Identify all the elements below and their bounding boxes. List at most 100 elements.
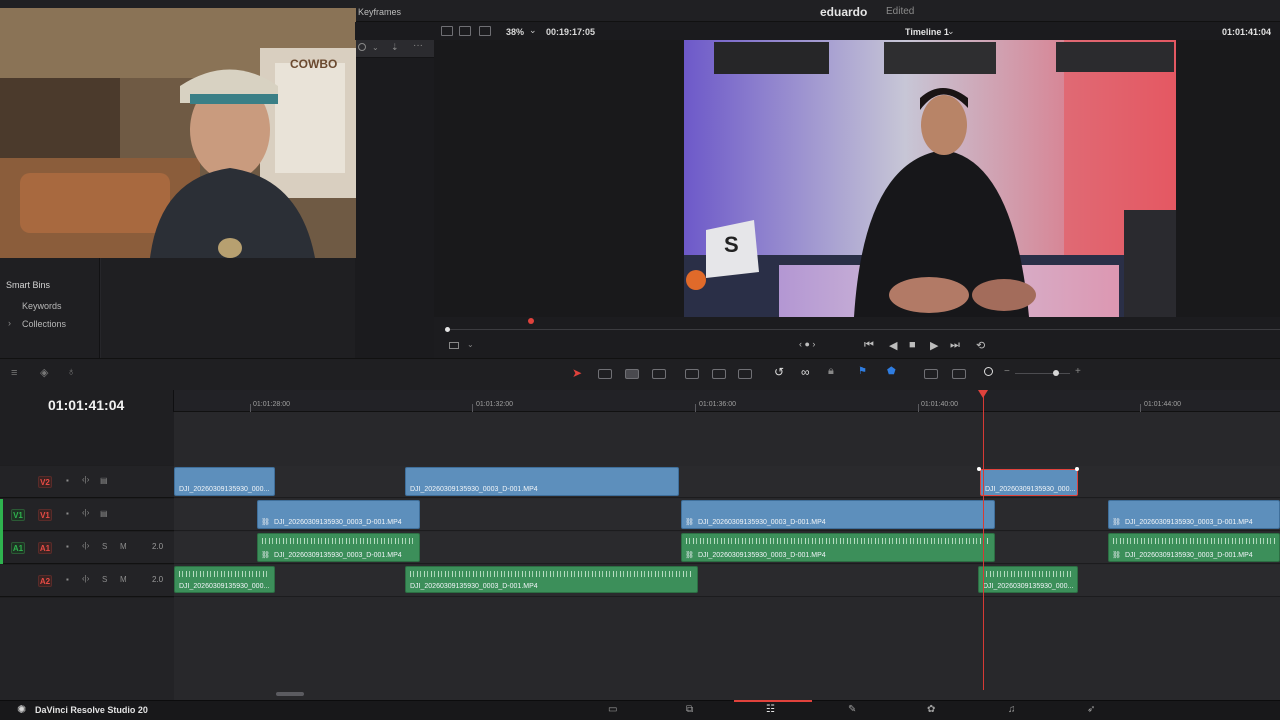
zoom-in-icon[interactable]: + [1075,366,1081,377]
media-page-icon[interactable]: ▭ [608,704,617,715]
chevron-down-icon[interactable]: ⌄ [467,340,474,349]
solo-button[interactable]: S [102,575,107,584]
mute-button[interactable]: M [120,542,127,551]
chevron-right-icon[interactable]: › [8,318,11,328]
cinema-mode-icon[interactable] [479,26,491,36]
audio-clip[interactable]: ⛓ DJI_20260309135930_0003_D-001.MP4 [257,533,420,562]
video-clip[interactable]: DJI_20260309135930_000... [174,467,275,496]
auto-select-icon[interactable]: ‹|› [82,541,89,550]
track-enable-icon[interactable]: ▤ [100,476,108,485]
jog-left-icon[interactable]: ‹ ● › [799,339,815,349]
zoom-slider[interactable] [1015,373,1070,374]
mute-button[interactable]: M [120,575,127,584]
resolve-logo-icon: ✺ [17,704,27,716]
zoom-full-icon[interactable] [924,369,938,379]
sort-icon[interactable]: ⇣ [391,42,399,53]
video-clip[interactable]: ⛓ DJI_20260309135930_0003_D-001.MP4 [257,500,420,529]
scrubber-bar[interactable] [447,329,1280,330]
auto-select-icon[interactable]: ‹|› [82,475,89,484]
viewer-frame[interactable]: S [684,40,1176,317]
marker-icon[interactable]: ⬟ [887,366,896,377]
video-clip[interactable]: DJI_20260309135930_0003_D-001.MP4 [405,467,679,496]
audio-clip[interactable]: ⛓ DJI_20260309135930_0003_D-001.MP4 [1108,533,1280,562]
track-header-filler [0,598,174,700]
viewer-image: S [684,40,1176,317]
cut-page-icon[interactable]: ⧉ [686,704,693,715]
deliver-page-icon[interactable]: ➶ [1087,704,1095,715]
place-on-top-icon[interactable] [738,369,752,379]
lock-icon[interactable]: ▪ [66,476,69,485]
timeline-scrollbar[interactable] [276,692,304,696]
trim-tool-icon[interactable] [598,369,612,379]
audio-clip[interactable]: DJI_20260309135930_000... [174,566,275,593]
zoom-out-icon[interactable]: − [1004,366,1010,377]
smart-bin-keywords[interactable]: Keywords [22,301,62,311]
audio-icon[interactable]: ◈ [40,366,48,379]
audio-clip[interactable]: DJI_20260309135930_0003_D-001.MP4 [405,566,698,593]
scrubber-playhead[interactable] [528,318,534,324]
solo-button[interactable]: S [102,542,107,551]
zoom-detail-icon[interactable] [952,369,966,379]
replace-clip-icon[interactable] [712,369,726,379]
playhead-handle[interactable] [978,390,988,398]
auto-select-icon[interactable]: ‹|› [82,574,89,583]
audio-clip[interactable]: DJI_20260309135930_000... [978,566,1078,593]
auto-select-icon[interactable]: ‹|› [82,508,89,517]
clip-trim-handle[interactable] [1075,467,1079,471]
search-icon[interactable] [984,367,993,376]
loop-icon[interactable]: ⟲ [976,339,985,352]
smart-bin-collections[interactable]: Collections [22,319,66,329]
keyframes-tab[interactable]: Keyframes [358,7,401,17]
chevron-down-icon[interactable]: ⌄ [372,43,379,52]
clip-trim-handle[interactable] [977,467,981,471]
track-header-v2: V2 ▪ ‹|› ▤ [0,466,174,498]
zoom-level[interactable]: 38% [506,27,524,37]
track-label-v2[interactable]: V2 [38,476,52,488]
timeline-playhead[interactable] [983,394,984,690]
timeline-timecode[interactable]: 01:01:41:04 [48,397,124,413]
timeline-selector[interactable]: Timeline 1 [905,27,949,37]
overwrite-clip-icon[interactable] [685,369,699,379]
fusion-page-icon[interactable]: ✎ [848,704,856,715]
lock-icon[interactable]: 🔒︎ [828,365,834,378]
last-frame-icon[interactable]: ⏭ [950,339,960,352]
clip-name: DJI_20260309135930_000... [985,486,1076,493]
lock-icon[interactable]: ▪ [66,542,69,551]
timeline-view-options-icon[interactable]: ≡ [11,367,17,379]
viewer-layout-icon[interactable] [441,26,453,36]
audio-clip[interactable]: ⛓ DJI_20260309135930_0003_D-001.MP4 [681,533,995,562]
previous-frame-icon[interactable]: ◀ [889,339,897,352]
search-icon[interactable] [358,43,366,51]
microphone-icon[interactable]: ♁ [67,366,75,378]
blade-tool-icon[interactable] [652,369,666,379]
lock-icon[interactable]: ▪ [66,509,69,518]
track-label-v1[interactable]: V1 [38,509,52,521]
chevron-down-icon[interactable]: ⌄ [529,25,537,36]
track-enable-icon[interactable]: ▤ [100,509,108,518]
play-icon[interactable]: ▶ [930,339,938,352]
more-options-icon[interactable]: ··· [413,40,423,51]
clip-name: DJI_20260309135930_000... [983,583,1074,590]
chevron-down-icon[interactable]: ⌄ [947,26,955,37]
link-icon[interactable]: ∞ [801,365,810,379]
dual-viewer-icon[interactable] [459,26,471,36]
track-label-a1[interactable]: A1 [38,542,52,554]
source-patch-a1[interactable]: A1 [11,542,25,554]
color-page-icon[interactable]: ✿ [927,704,935,715]
zoom-slider-handle[interactable] [1053,370,1059,376]
track-label-a2[interactable]: A2 [38,575,52,587]
snapping-icon[interactable]: ↺ [774,365,784,379]
source-patch-v1[interactable]: V1 [11,509,25,521]
first-frame-icon[interactable]: ⏮ [864,339,874,352]
dynamic-trim-icon[interactable] [625,369,639,379]
stop-icon[interactable]: ■ [909,339,916,351]
edit-page-icon[interactable]: ☷ [766,704,775,715]
fairlight-page-icon[interactable]: ♫ [1008,704,1016,715]
selection-tool-icon[interactable]: ➤ [572,366,582,380]
selected-video-clip[interactable]: DJI_20260309135930_000... [980,469,1078,496]
video-clip[interactable]: ⛓ DJI_20260309135930_0003_D-001.MP4 [681,500,995,529]
lock-icon[interactable]: ▪ [66,575,69,584]
video-clip[interactable]: ⛓ DJI_20260309135930_0003_D-001.MP4 [1108,500,1280,529]
flag-icon[interactable]: ⚑ [858,366,867,377]
viewer-safe-area-icon[interactable] [449,342,459,349]
